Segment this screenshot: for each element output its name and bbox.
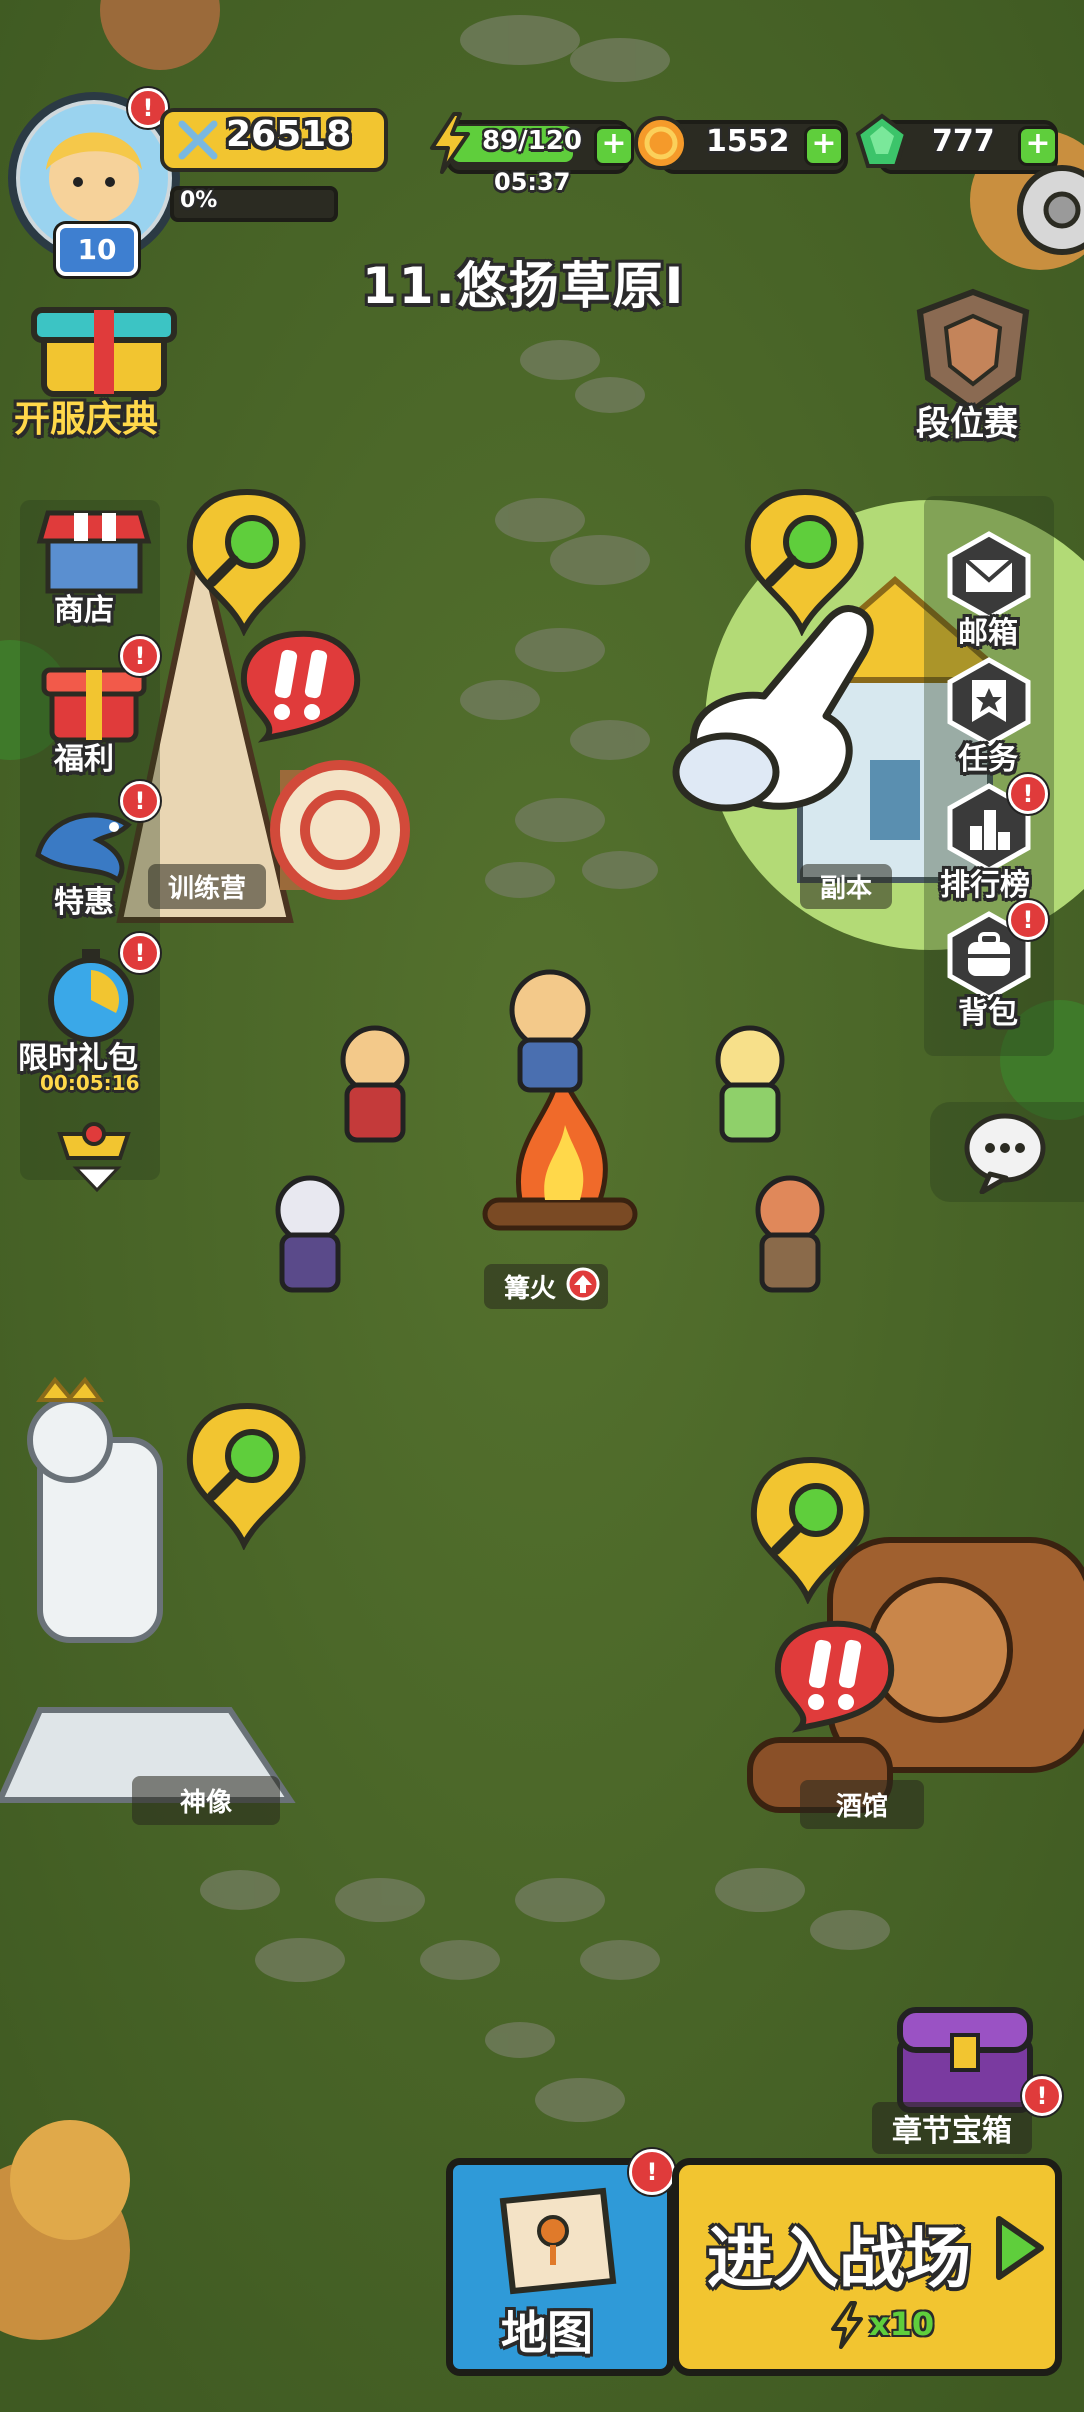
training-camp-label[interactable]: 训练营 [148,864,267,909]
limited-pack-timer: 00:05:16 [40,1071,140,1095]
map-scroll-icon [499,2187,617,2295]
enter-battle-label: 进入战场 [707,2220,971,2297]
tavern-label[interactable]: 酒馆 [800,1780,925,1829]
map-button[interactable]: 地图 ! [446,2149,675,2376]
stage-title: 11.悠扬草原I [362,257,686,315]
energy-value: 89/120 [482,126,582,156]
leaderboard-button[interactable]: 排行榜 ! [936,774,1048,903]
chevron-down-icon [72,1166,122,1193]
shop-label: 商店 [54,593,114,628]
upgrade-arrow-icon [566,1267,600,1301]
explore-marker-icon[interactable] [182,486,312,636]
limited-pack-alert-icon: ! [120,933,160,973]
statue-label[interactable]: 神像 [132,1776,281,1825]
bag-alert-icon: ! [1008,900,1048,940]
dungeon-label[interactable]: 副本 [800,864,893,909]
mail-label: 邮箱 [958,616,1018,651]
add-energy-button[interactable]: + [594,126,634,166]
mail-button[interactable]: 邮箱 [936,530,1046,651]
shop-awning-icon [36,510,152,594]
add-gold-button[interactable]: + [804,126,844,166]
power-value: 26518 [226,114,352,155]
battle-cost-value: x10 [869,2305,935,2343]
welfare-button[interactable]: 福利 ! [24,636,164,790]
green-gem-icon [855,113,909,168]
chapter-chest-alert-icon: ! [1022,2076,1062,2116]
bonfire-label[interactable]: 篝火 [484,1264,609,1309]
tavern-alert-icon[interactable] [770,1616,900,1736]
chat-button[interactable] [930,1102,1084,1202]
map-alert-icon: ! [629,2149,675,2195]
tutorial-pointer-hand-icon [672,605,874,812]
exp-percent: 0% [180,188,218,213]
leaderboard-label: 排行榜 [940,868,1030,903]
play-arrow-icon [996,2216,1044,2280]
gold-coin-icon [634,116,688,170]
player-level: 10 [77,233,117,266]
crossed-swords-icon [178,120,218,160]
server-launch-event-button[interactable]: 开服庆典 [14,290,194,440]
welfare-alert-icon: ! [120,636,160,676]
game-scene: 10 ! 26518 0% 89/120 + 05:37 1552 + 777 … [0,0,1084,2412]
ranked-match-button[interactable]: 段位赛 [888,286,1068,446]
quest-star-icon [947,657,1031,746]
basket-icon [57,1122,131,1160]
gem-value: 777 [932,124,995,159]
chapter-chest-button[interactable]: 章节宝箱 ! [872,2000,1062,2154]
chapter-chest-label: 章节宝箱 [872,2102,1032,2154]
quest-label: 任务 [958,742,1018,777]
chat-bubble-icon [964,1113,1046,1194]
expand-menu-button[interactable] [54,1120,134,1200]
bag-button[interactable]: 背包 ! [936,900,1048,1031]
quest-button[interactable]: 任务 [936,656,1046,777]
map-label: 地图 [501,2306,593,2360]
ranked-match-label: 段位赛 [916,404,1018,444]
tavern-explore-marker-icon[interactable] [746,1454,876,1604]
settings-gear-icon[interactable] [1012,160,1084,260]
bag-label: 背包 [958,996,1018,1031]
server-launch-event-label: 开服庆典 [14,399,159,440]
leaderboard-alert-icon: ! [1008,774,1048,814]
special-offer-button[interactable]: 特惠 ! [24,781,164,935]
enter-battle-button[interactable]: 进入战场 x10 [672,2158,1062,2376]
gift-box-icon [31,307,177,397]
energy-cost-icon [831,2301,863,2349]
statue-explore-marker-icon[interactable] [182,1400,312,1550]
training-alert-icon[interactable] [236,626,366,746]
special-offer-label: 特惠 [54,885,114,920]
lightning-icon [430,112,470,174]
special-offer-alert-icon: ! [120,781,160,821]
shop-button[interactable]: 商店 [24,505,164,645]
player-level-badge: 10 [56,224,138,276]
energy-timer: 05:37 [494,168,571,196]
bonfire-label-text: 篝火 [504,1274,557,1304]
limited-pack-button[interactable]: 限时礼包 00:05:16 ! [14,933,164,1095]
gold-value: 1552 [706,124,790,159]
welfare-label: 福利 [54,742,114,777]
envelope-icon [947,531,1031,620]
